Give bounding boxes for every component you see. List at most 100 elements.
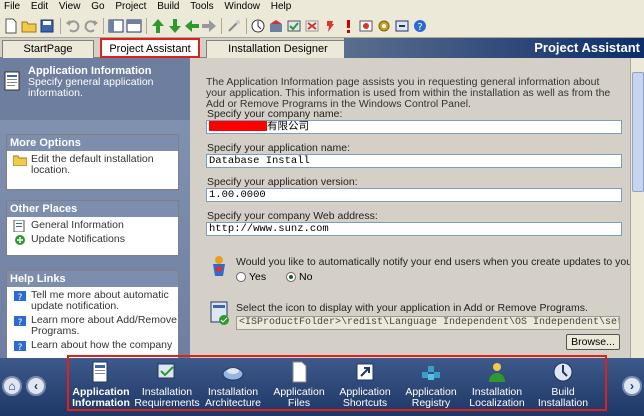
- step-line2: Installation: [537, 397, 589, 409]
- company-name-value: 有限公司: [267, 121, 309, 133]
- files-icon: [292, 361, 307, 383]
- svg-text:?: ?: [18, 318, 23, 327]
- menu-view[interactable]: View: [55, 0, 85, 12]
- step-line2: Localization: [469, 397, 525, 409]
- step-application-information[interactable]: Application Information: [68, 360, 134, 409]
- test-icon[interactable]: [286, 18, 302, 34]
- main-content: The Application Information page assists…: [190, 58, 630, 358]
- svg-text:?: ?: [417, 22, 422, 33]
- panel-title-more-options: More Options: [7, 135, 178, 151]
- release-icon[interactable]: [394, 18, 410, 34]
- toolbar-separator: [146, 18, 147, 34]
- tab-project-assistant[interactable]: Project Assistant: [100, 38, 200, 58]
- edit-location-link[interactable]: Edit the default installation location.: [7, 154, 178, 176]
- settings-icon[interactable]: [376, 18, 392, 34]
- help-link-label[interactable]: Learn about how the company: [31, 339, 172, 351]
- menu-go[interactable]: Go: [87, 0, 108, 12]
- menu-build[interactable]: Build: [153, 0, 183, 12]
- architecture-icon: [222, 367, 244, 381]
- forward-button[interactable]: ›: [622, 376, 642, 396]
- arrow-left-icon[interactable]: [184, 18, 200, 34]
- company-name-field[interactable]: 有限公司: [206, 120, 622, 134]
- open-folder-icon[interactable]: [21, 18, 37, 34]
- tab-installation-designer[interactable]: Installation Designer: [206, 40, 350, 58]
- more-options-panel: More Options Edit the default installati…: [6, 134, 179, 190]
- version-field[interactable]: 1.00.0000: [206, 188, 622, 202]
- menu-edit[interactable]: Edit: [27, 0, 52, 12]
- exclamation-icon[interactable]: [340, 18, 356, 34]
- web-address-field[interactable]: http://www.sunz.com: [206, 222, 622, 236]
- run-icon[interactable]: [358, 18, 374, 34]
- toolbar-separator: [221, 18, 222, 34]
- no-label[interactable]: No: [299, 271, 312, 283]
- home-button[interactable]: ⌂: [2, 376, 22, 396]
- arrow-up-icon[interactable]: [150, 18, 166, 34]
- menu-bar: File Edit View Go Project Build Tools Wi…: [0, 0, 644, 14]
- icon-label: Select the icon to display with your app…: [236, 302, 588, 314]
- setup-icon: [210, 301, 229, 325]
- step-line2: Requirements: [134, 397, 200, 409]
- tab-startpage[interactable]: StartPage: [2, 40, 94, 58]
- build-wand-icon[interactable]: [226, 18, 242, 34]
- yes-label[interactable]: Yes: [249, 271, 266, 283]
- compile-icon[interactable]: [250, 18, 266, 34]
- step-application-registry[interactable]: Application Registry: [398, 360, 464, 409]
- help-book-icon: ?: [14, 341, 26, 352]
- menu-file[interactable]: File: [0, 0, 24, 12]
- icon-path-field[interactable]: <ISProductFolder>\redist\Language Indepe…: [236, 316, 620, 330]
- vertical-scrollbar[interactable]: [630, 58, 644, 358]
- step-installation-architecture[interactable]: Installation Architecture: [200, 360, 266, 409]
- redo-icon[interactable]: [83, 18, 99, 34]
- registry-icon: [422, 366, 440, 380]
- redaction-mark: [209, 121, 267, 132]
- shortcuts-icon: [356, 363, 374, 381]
- step-application-files[interactable]: Application Files: [266, 360, 332, 409]
- help-link[interactable]: ? Learn more about Add/Remove Programs.: [7, 315, 178, 337]
- help-book-icon: ?: [14, 291, 26, 302]
- menu-window[interactable]: Window: [220, 0, 264, 12]
- save-icon[interactable]: [39, 18, 55, 34]
- toolbar: ?: [0, 14, 644, 38]
- browse-button[interactable]: Browse...: [566, 334, 620, 350]
- step-build-installation[interactable]: Build Installation: [530, 360, 596, 409]
- build-icon[interactable]: [268, 18, 284, 34]
- new-file-icon[interactable]: [3, 18, 19, 34]
- general-information-label[interactable]: General Information: [31, 219, 124, 231]
- menu-project[interactable]: Project: [111, 0, 150, 12]
- app-name-field[interactable]: Database Install: [206, 154, 622, 168]
- arrow-down-icon[interactable]: [167, 18, 183, 34]
- menu-tools[interactable]: Tools: [186, 0, 217, 12]
- view-split-icon[interactable]: [126, 18, 142, 34]
- update-icon: [15, 235, 25, 245]
- undo-icon[interactable]: [65, 18, 81, 34]
- application-information-icon: [92, 361, 108, 383]
- general-information-link[interactable]: General Information: [7, 219, 178, 232]
- view-pane-icon[interactable]: [108, 18, 124, 34]
- help-icon[interactable]: ?: [412, 18, 428, 34]
- step-application-shortcuts[interactable]: Application Shortcuts: [332, 360, 398, 409]
- cancel-build-icon[interactable]: [304, 18, 320, 34]
- panel-title-help-links: Help Links: [7, 271, 178, 287]
- build-installation-icon: [553, 362, 573, 382]
- menu-help[interactable]: Help: [267, 0, 296, 12]
- toolbar-separator: [60, 18, 61, 34]
- update-notifications-label[interactable]: Update Notifications: [31, 233, 125, 245]
- update-notify-icon: [213, 256, 225, 276]
- other-places-panel: Other Places General Information Update …: [6, 200, 179, 256]
- update-notifications-link[interactable]: Update Notifications: [7, 234, 178, 245]
- debug-icon[interactable]: [322, 18, 338, 34]
- edit-location-label[interactable]: Edit the default installation location.: [31, 153, 154, 176]
- no-radio[interactable]: [285, 272, 296, 283]
- help-link-label[interactable]: Learn more about Add/Remove Programs.: [31, 314, 177, 337]
- step-installation-requirements[interactable]: Installation Requirements: [134, 360, 200, 409]
- help-link[interactable]: ? Learn about how the company: [7, 339, 178, 352]
- arrow-right-icon[interactable]: [201, 18, 217, 34]
- step-line2: Files: [287, 397, 311, 409]
- step-line2: Registry: [411, 397, 451, 409]
- back-button[interactable]: ‹: [26, 376, 46, 396]
- help-link[interactable]: ? Tell me more about automatic update no…: [7, 290, 178, 312]
- scroll-thumb[interactable]: [632, 72, 644, 192]
- step-installation-localization[interactable]: Installation Localization: [464, 360, 530, 409]
- yes-radio[interactable]: [236, 272, 246, 283]
- help-link-label[interactable]: Tell me more about automatic update noti…: [31, 289, 169, 312]
